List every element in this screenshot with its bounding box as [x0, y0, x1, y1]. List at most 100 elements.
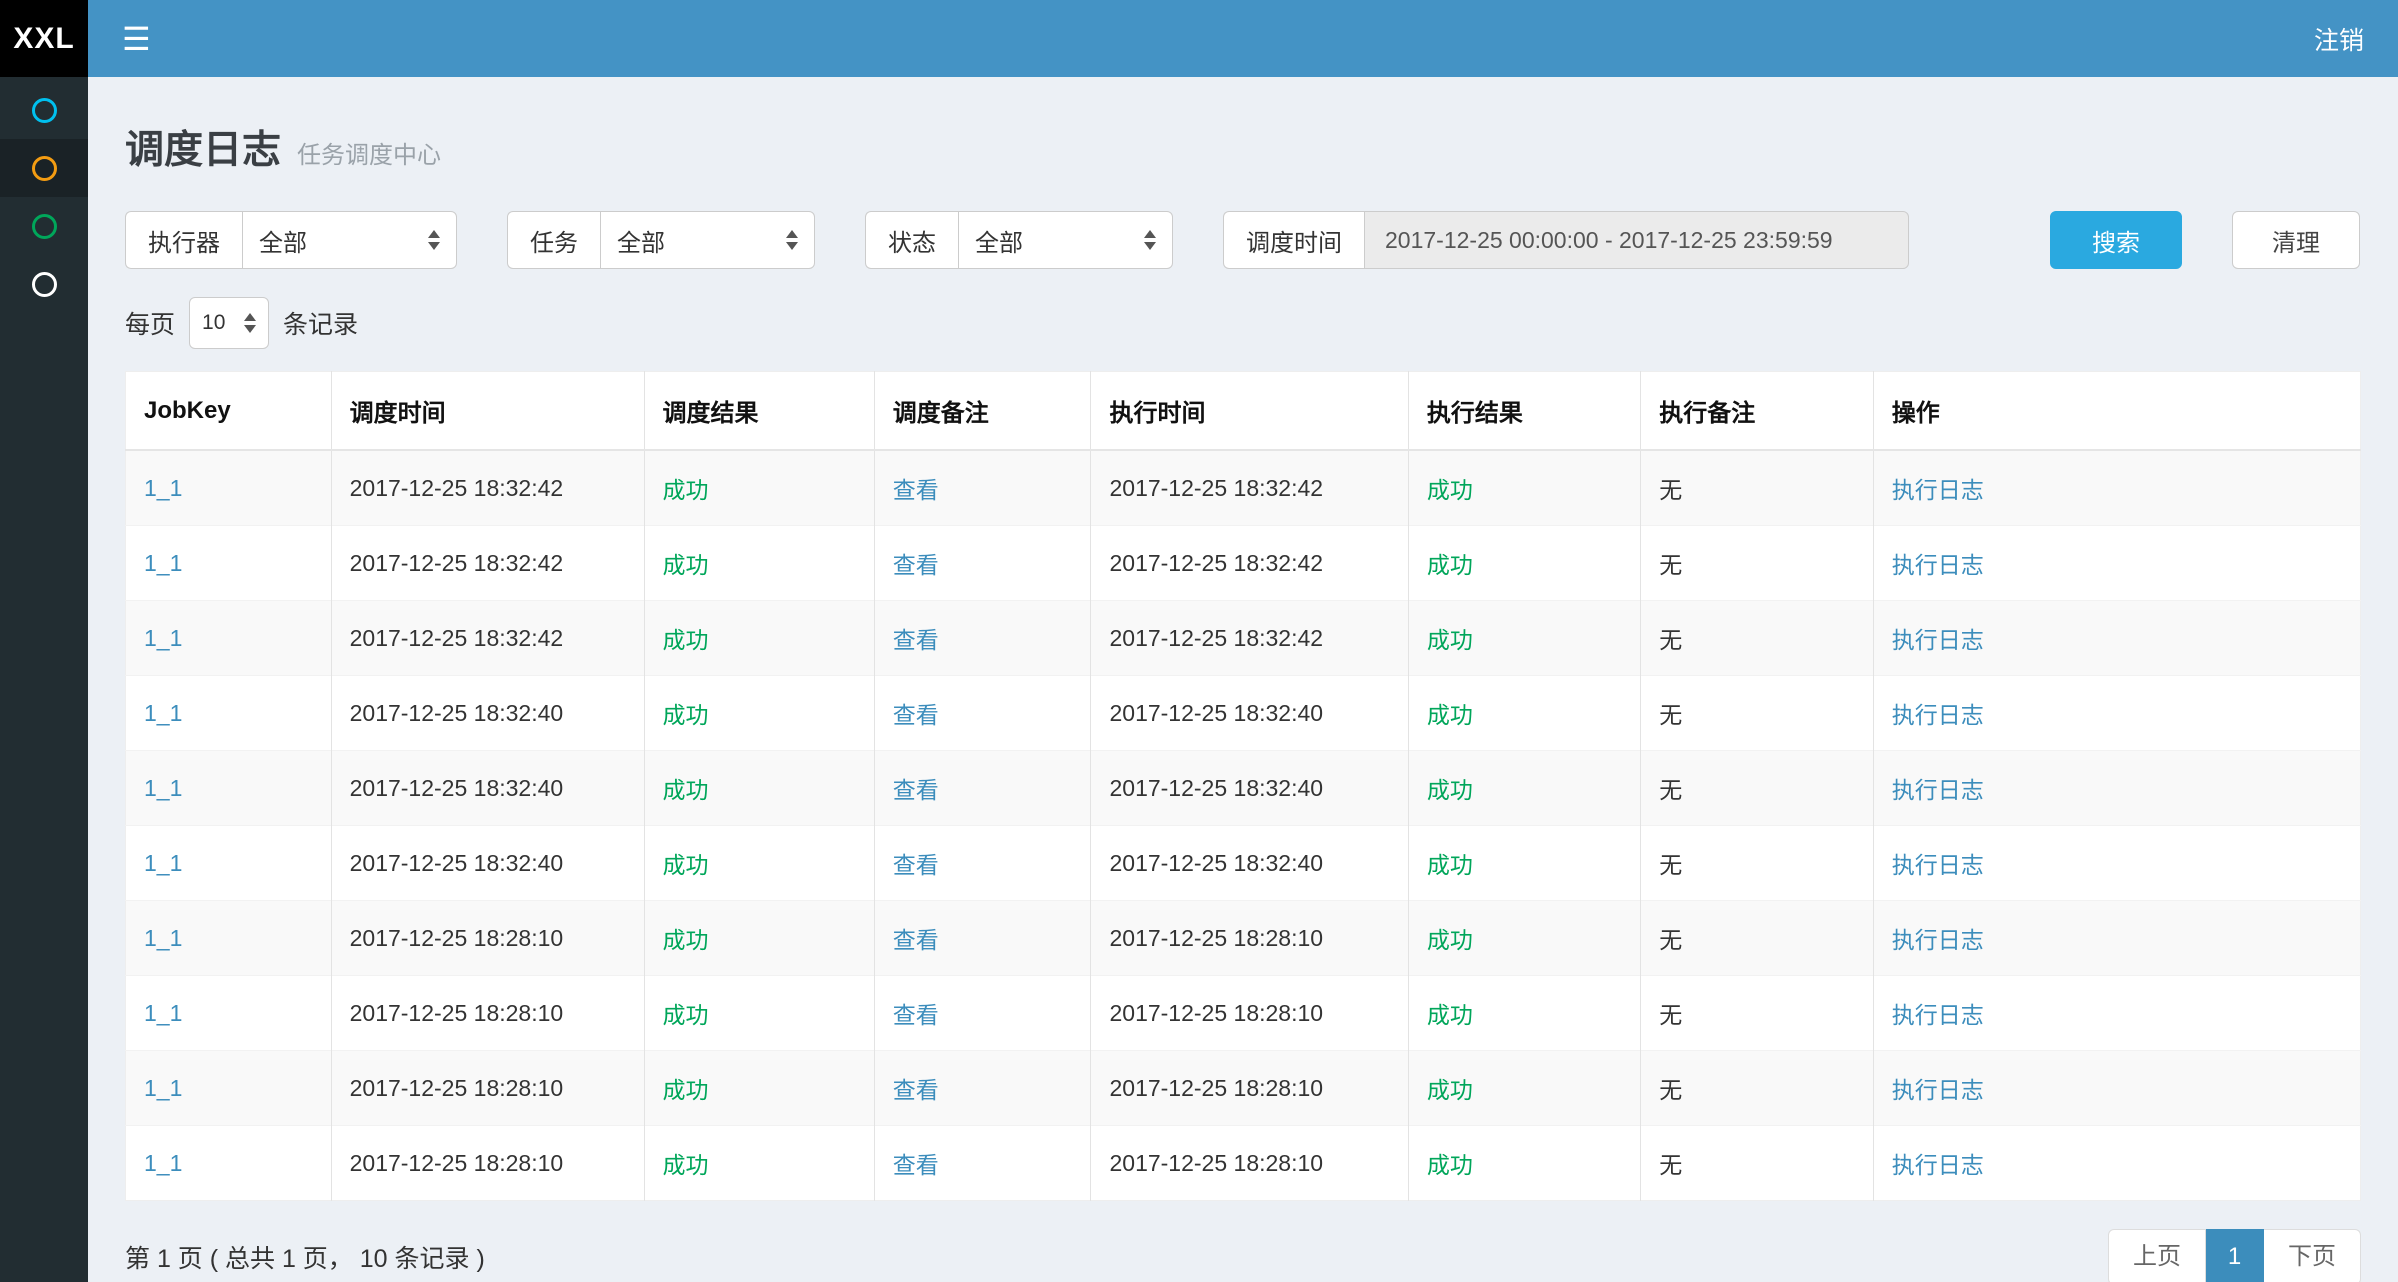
sidebar-item-1[interactable]	[0, 81, 88, 139]
search-button[interactable]: 搜索	[2050, 211, 2182, 269]
table-row: 1_12017-12-25 18:28:10成功查看2017-12-25 18:…	[126, 901, 2361, 976]
jobkey-link[interactable]: 1_1	[144, 550, 182, 576]
next-page-button[interactable]: 下页	[2264, 1229, 2361, 1282]
jobkey-link[interactable]: 1_1	[144, 850, 182, 876]
page-title: 调度日志	[125, 119, 281, 175]
exec-log-link[interactable]: 执行日志	[1892, 552, 1984, 578]
handle-msg: 无	[1659, 477, 1682, 503]
handle-msg: 无	[1659, 552, 1682, 578]
handle-msg: 无	[1659, 627, 1682, 653]
trigger-time: 2017-12-25 18:28:10	[350, 1150, 564, 1176]
exec-log-link[interactable]: 执行日志	[1892, 702, 1984, 728]
trigger-msg-link[interactable]: 查看	[893, 1002, 939, 1028]
sidebar-item-4[interactable]	[0, 255, 88, 313]
job-filter-group: 任务 全部	[507, 211, 815, 269]
jobkey-link[interactable]: 1_1	[144, 625, 182, 651]
handle-time: 2017-12-25 18:32:42	[1109, 475, 1323, 501]
trigger-result: 成功	[663, 1002, 709, 1028]
handle-result: 成功	[1427, 477, 1473, 503]
exec-log-link[interactable]: 执行日志	[1892, 627, 1984, 653]
jobkey-link[interactable]: 1_1	[144, 700, 182, 726]
dispatch-log-table: JobKey调度时间调度结果调度备注执行时间执行结果执行备注操作 1_1 2017…	[125, 371, 2361, 1201]
column-header: 操作	[1873, 372, 2360, 451]
exec-log-link[interactable]: 执行日志	[1892, 477, 1984, 503]
handle-result: 成功	[1427, 1077, 1473, 1103]
sidebar-toggle-icon[interactable]: ☰	[122, 23, 151, 55]
select-stepper-icon	[428, 230, 440, 250]
status-filter-value: 全部	[975, 223, 1023, 258]
sidebar-item-2[interactable]	[0, 139, 88, 197]
logout-link[interactable]: 注销	[2314, 21, 2364, 57]
handle-time: 2017-12-25 18:32:42	[1109, 550, 1323, 576]
exec-log-link[interactable]: 执行日志	[1892, 1152, 1984, 1178]
trigger-time: 2017-12-25 18:32:40	[350, 850, 564, 876]
circle-outline-icon	[32, 272, 57, 297]
trigger-msg-link[interactable]: 查看	[893, 1152, 939, 1178]
pagination-info: 第 1 页 ( 总共 1 页， 10 条记录 )	[125, 1239, 485, 1275]
status-filter-select[interactable]: 全部	[958, 211, 1173, 269]
table-footer: 第 1 页 ( 总共 1 页， 10 条记录 ) 上页 1 下页	[125, 1229, 2361, 1282]
exec-log-link[interactable]: 执行日志	[1892, 927, 1984, 953]
table-row: 1_12017-12-25 18:32:40成功查看2017-12-25 18:…	[126, 676, 2361, 751]
handle-result: 成功	[1427, 852, 1473, 878]
handle-msg: 无	[1659, 1152, 1682, 1178]
trigger-msg-link[interactable]: 查看	[893, 852, 939, 878]
page-size-select[interactable]: 10	[189, 297, 269, 349]
handle-time: 2017-12-25 18:28:10	[1109, 1000, 1323, 1026]
table-row: 1_12017-12-25 18:32:40成功查看2017-12-25 18:…	[126, 826, 2361, 901]
handle-result: 成功	[1427, 777, 1473, 803]
exec-log-link[interactable]: 执行日志	[1892, 852, 1984, 878]
job-filter-select[interactable]: 全部	[600, 211, 815, 269]
executor-filter-select[interactable]: 全部	[242, 211, 457, 269]
select-stepper-icon	[786, 230, 798, 250]
trigger-msg-link[interactable]: 查看	[893, 1077, 939, 1103]
circle-outline-icon	[32, 156, 57, 181]
sidebar-nav	[0, 77, 88, 1282]
column-header: 执行结果	[1408, 372, 1640, 451]
exec-log-link[interactable]: 执行日志	[1892, 1002, 1984, 1028]
jobkey-link[interactable]: 1_1	[144, 475, 182, 501]
jobkey-link[interactable]: 1_1	[144, 925, 182, 951]
clear-button[interactable]: 清理	[2232, 211, 2360, 269]
table-row: 1_1 2017-12-25 18:28:10 成功 查看 2017-12-25 18:…	[126, 1126, 2361, 1201]
trigger-msg-link[interactable]: 查看	[893, 702, 939, 728]
jobkey-link[interactable]: 1_1	[144, 775, 182, 801]
current-page-button[interactable]: 1	[2206, 1229, 2264, 1282]
handle-result: 成功	[1427, 1152, 1473, 1178]
trigger-msg-link[interactable]: 查看	[893, 777, 939, 803]
table-row: 1_12017-12-25 18:32:42成功查看2017-12-25 18:…	[126, 601, 2361, 676]
exec-log-link[interactable]: 执行日志	[1892, 777, 1984, 803]
column-header: 调度结果	[644, 372, 874, 451]
trigger-msg-link[interactable]: 查看	[893, 552, 939, 578]
trigger-msg-link[interactable]: 查看	[893, 477, 939, 503]
sidebar-item-3[interactable]	[0, 197, 88, 255]
trigger-result: 成功	[663, 852, 709, 878]
column-header: 执行时间	[1091, 372, 1408, 451]
table-header-row: JobKey调度时间调度结果调度备注执行时间执行结果执行备注操作	[126, 372, 2361, 451]
trigger-time-range-input[interactable]	[1364, 211, 1909, 269]
page-size-suffix-label: 条记录	[283, 305, 358, 341]
trigger-time: 2017-12-25 18:32:40	[350, 775, 564, 801]
exec-log-link[interactable]: 执行日志	[1892, 1077, 1984, 1103]
main-layout: 调度日志 任务调度中心 执行器 全部 任务 全部	[0, 77, 2398, 1282]
column-header: 调度时间	[331, 372, 644, 451]
trigger-time: 2017-12-25 18:32:42	[350, 550, 564, 576]
handle-msg: 无	[1659, 702, 1682, 728]
trigger-result: 成功	[663, 627, 709, 653]
prev-page-button[interactable]: 上页	[2108, 1229, 2206, 1282]
handle-time: 2017-12-25 18:28:10	[1109, 1150, 1323, 1176]
page-size-prefix-label: 每页	[125, 305, 175, 341]
jobkey-link[interactable]: 1_1	[144, 1075, 182, 1101]
jobkey-link[interactable]: 1_1	[144, 1000, 182, 1026]
handle-msg: 无	[1659, 927, 1682, 953]
trigger-msg-link[interactable]: 查看	[893, 627, 939, 653]
trigger-result: 成功	[663, 702, 709, 728]
handle-msg: 无	[1659, 1002, 1682, 1028]
handle-time: 2017-12-25 18:32:42	[1109, 625, 1323, 651]
jobkey-link[interactable]: 1_1	[144, 1150, 182, 1176]
trigger-msg-link[interactable]: 查看	[893, 927, 939, 953]
circle-outline-icon	[32, 98, 57, 123]
column-header: JobKey	[126, 372, 332, 451]
trigger-time-filter-group: 调度时间	[1223, 211, 1909, 269]
top-navbar: XXL ☰ 注销	[0, 0, 2398, 77]
